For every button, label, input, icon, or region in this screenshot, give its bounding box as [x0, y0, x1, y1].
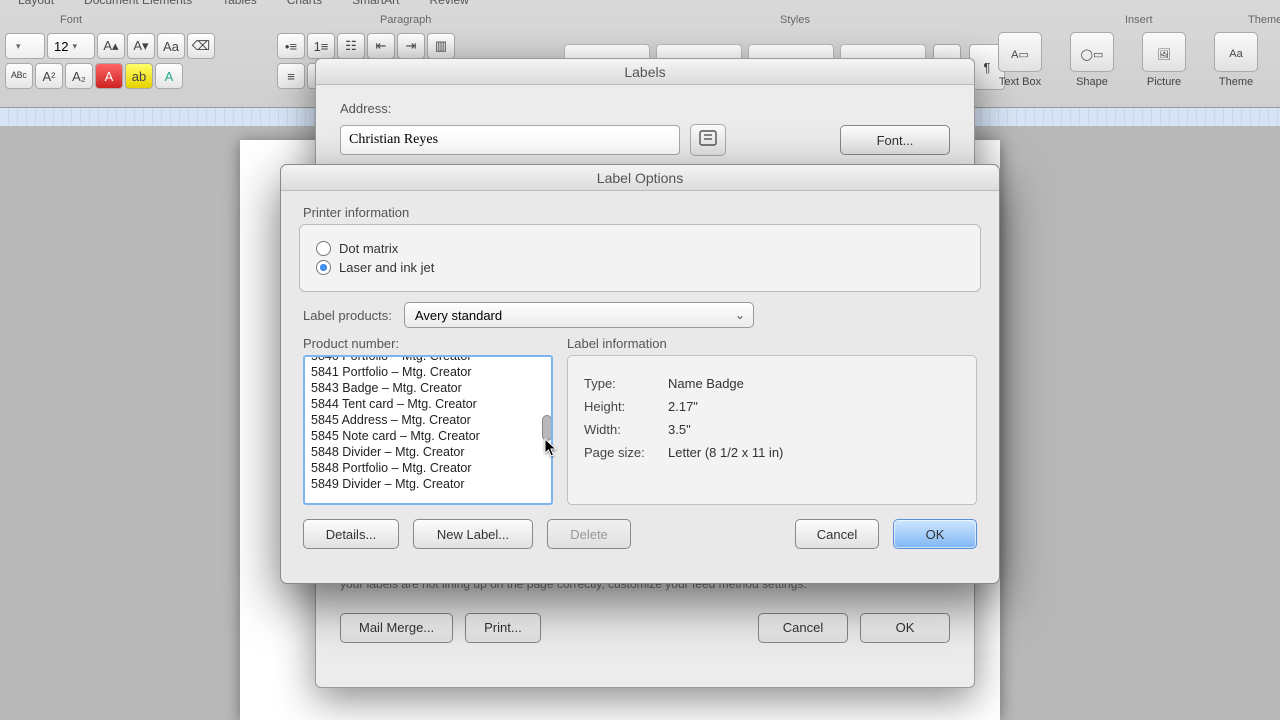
themes-label: Theme — [1219, 76, 1253, 88]
insert-textbox[interactable]: A▭ Text Box — [990, 32, 1050, 88]
group-themes-label: Theme — [1248, 14, 1280, 26]
group-styles-label: Styles — [780, 14, 810, 26]
list-item[interactable]: 5840 Portfolio – Mtg. Creator — [305, 355, 551, 364]
new-label-button[interactable]: New Label... — [413, 519, 533, 549]
tab-review[interactable]: Review — [415, 0, 482, 10]
change-case-button[interactable]: Aa — [157, 33, 185, 59]
subscript-button[interactable]: A₂ — [65, 63, 93, 89]
mouse-cursor — [544, 438, 558, 458]
list-item[interactable]: 5848 Divider – Mtg. Creator — [305, 444, 551, 460]
product-number-label: Product number: — [303, 336, 553, 351]
laser-label: Laser and ink jet — [339, 260, 434, 275]
align-left-icon: ≡ — [287, 69, 295, 84]
label-info-box: Type:Name Badge Height:2.17" Width:3.5" … — [567, 355, 977, 505]
insert-shape[interactable]: ◯▭ Shape — [1062, 32, 1122, 88]
product-number-list[interactable]: 5840 Portfolio – Mtg. Creator 5841 Portf… — [303, 355, 553, 505]
columns-button[interactable]: ▥ — [427, 33, 455, 59]
multilevel-button[interactable]: ☷ — [337, 33, 365, 59]
page-key: Page size: — [584, 445, 668, 460]
font-size-combo[interactable]: 12▾ — [47, 33, 95, 59]
radio-icon — [316, 241, 331, 256]
page-value: Letter (8 1/2 x 11 in) — [668, 445, 783, 460]
address-label: Address: — [340, 101, 950, 116]
font-button[interactable]: Font... — [840, 125, 950, 155]
dot-matrix-label: Dot matrix — [339, 241, 398, 256]
themes-button[interactable]: Aa Theme — [1206, 32, 1266, 88]
label-options-dialog: Label Options Printer information Dot ma… — [280, 164, 1000, 584]
font-color-button[interactable]: A — [95, 63, 123, 89]
label-info-label: Label information — [567, 336, 977, 351]
list-item[interactable]: 5845 Address – Mtg. Creator — [305, 412, 551, 428]
address-input[interactable] — [340, 125, 680, 155]
outdent-icon: ⇤ — [376, 38, 387, 54]
group-paragraph-label: Paragraph — [380, 14, 431, 26]
radio-laser[interactable]: Laser and ink jet — [316, 260, 964, 275]
label-products-label: Label products: — [303, 308, 392, 323]
details-button[interactable]: Details... — [303, 519, 399, 549]
grow-font-button[interactable]: A▴ — [97, 33, 125, 59]
delete-button: Delete — [547, 519, 631, 549]
multilevel-icon: ☷ — [345, 38, 357, 54]
tab-charts[interactable]: Charts — [273, 0, 336, 10]
label-options-title: Label Options — [281, 165, 999, 191]
bullets-button[interactable]: •≡ — [277, 33, 305, 59]
address-book-icon — [698, 129, 718, 152]
tab-doc-elements[interactable]: Document Elements — [70, 0, 206, 10]
tab-tables[interactable]: Tables — [208, 0, 271, 10]
list-item[interactable]: 5845 Note card – Mtg. Creator — [305, 428, 551, 444]
bullets-icon: •≡ — [285, 39, 297, 54]
columns-icon: ▥ — [435, 38, 447, 54]
tab-smartart[interactable]: SmartArt — [338, 0, 413, 10]
text-effects-button[interactable]: A — [155, 63, 183, 89]
insert-picture-label: Picture — [1147, 76, 1181, 88]
mail-merge-button[interactable]: Mail Merge... — [340, 613, 453, 643]
tab-layout[interactable]: Layout — [4, 0, 68, 10]
radio-dot-matrix[interactable]: Dot matrix — [316, 241, 964, 256]
shape-icon: ◯▭ — [1081, 48, 1104, 61]
width-value: 3.5" — [668, 422, 691, 437]
address-book-button[interactable] — [690, 124, 726, 156]
list-item[interactable]: 5841 Portfolio – Mtg. Creator — [305, 364, 551, 380]
label-products-value: Avery standard — [415, 308, 502, 323]
eraser-icon: ⌫ — [192, 38, 210, 54]
labels-dialog-title: Labels — [316, 59, 974, 85]
shrink-font-button[interactable]: A▾ — [127, 33, 155, 59]
insert-shape-label: Shape — [1076, 76, 1108, 88]
label-products-select[interactable]: Avery standard — [404, 302, 754, 328]
insert-picture[interactable]: 🖼 Picture — [1134, 32, 1194, 88]
indent-icon: ⇥ — [406, 38, 417, 54]
decrease-indent-button[interactable]: ⇤ — [367, 33, 395, 59]
group-insert-label: Insert — [1125, 14, 1153, 26]
font-name-combo[interactable]: ▾ — [5, 33, 45, 59]
height-value: 2.17" — [668, 399, 698, 414]
group-font-label: Font — [60, 14, 82, 26]
labels-ok-button[interactable]: OK — [860, 613, 950, 643]
list-item[interactable]: 5849 Divider – Mtg. Creator — [305, 476, 551, 492]
options-ok-button[interactable]: OK — [893, 519, 977, 549]
clear-format-button[interactable]: ⌫ — [187, 33, 215, 59]
print-button[interactable]: Print... — [465, 613, 541, 643]
height-key: Height: — [584, 399, 668, 414]
type-value: Name Badge — [668, 376, 744, 391]
picture-icon: 🖼 — [1157, 48, 1171, 61]
textbox-icon: A▭ — [1011, 48, 1029, 61]
themes-icon: Aa — [1229, 48, 1242, 60]
type-key: Type: — [584, 376, 668, 391]
superscript-button[interactable]: A² — [35, 63, 63, 89]
align-left-button[interactable]: ≡ — [277, 63, 305, 89]
labels-cancel-button[interactable]: Cancel — [758, 613, 848, 643]
radio-checked-icon — [316, 260, 331, 275]
small-caps-button[interactable]: ᴬᴮᶜ — [5, 63, 33, 89]
numbering-icon: 1≡ — [314, 39, 329, 54]
list-item[interactable]: 5848 Portfolio – Mtg. Creator — [305, 460, 551, 476]
list-item[interactable]: 5843 Badge – Mtg. Creator — [305, 380, 551, 396]
options-cancel-button[interactable]: Cancel — [795, 519, 879, 549]
increase-indent-button[interactable]: ⇥ — [397, 33, 425, 59]
numbering-button[interactable]: 1≡ — [307, 33, 335, 59]
width-key: Width: — [584, 422, 668, 437]
printer-info-label: Printer information — [281, 191, 999, 220]
insert-textbox-label: Text Box — [999, 76, 1041, 88]
list-item[interactable]: 5844 Tent card – Mtg. Creator — [305, 396, 551, 412]
highlight-button[interactable]: ab — [125, 63, 153, 89]
